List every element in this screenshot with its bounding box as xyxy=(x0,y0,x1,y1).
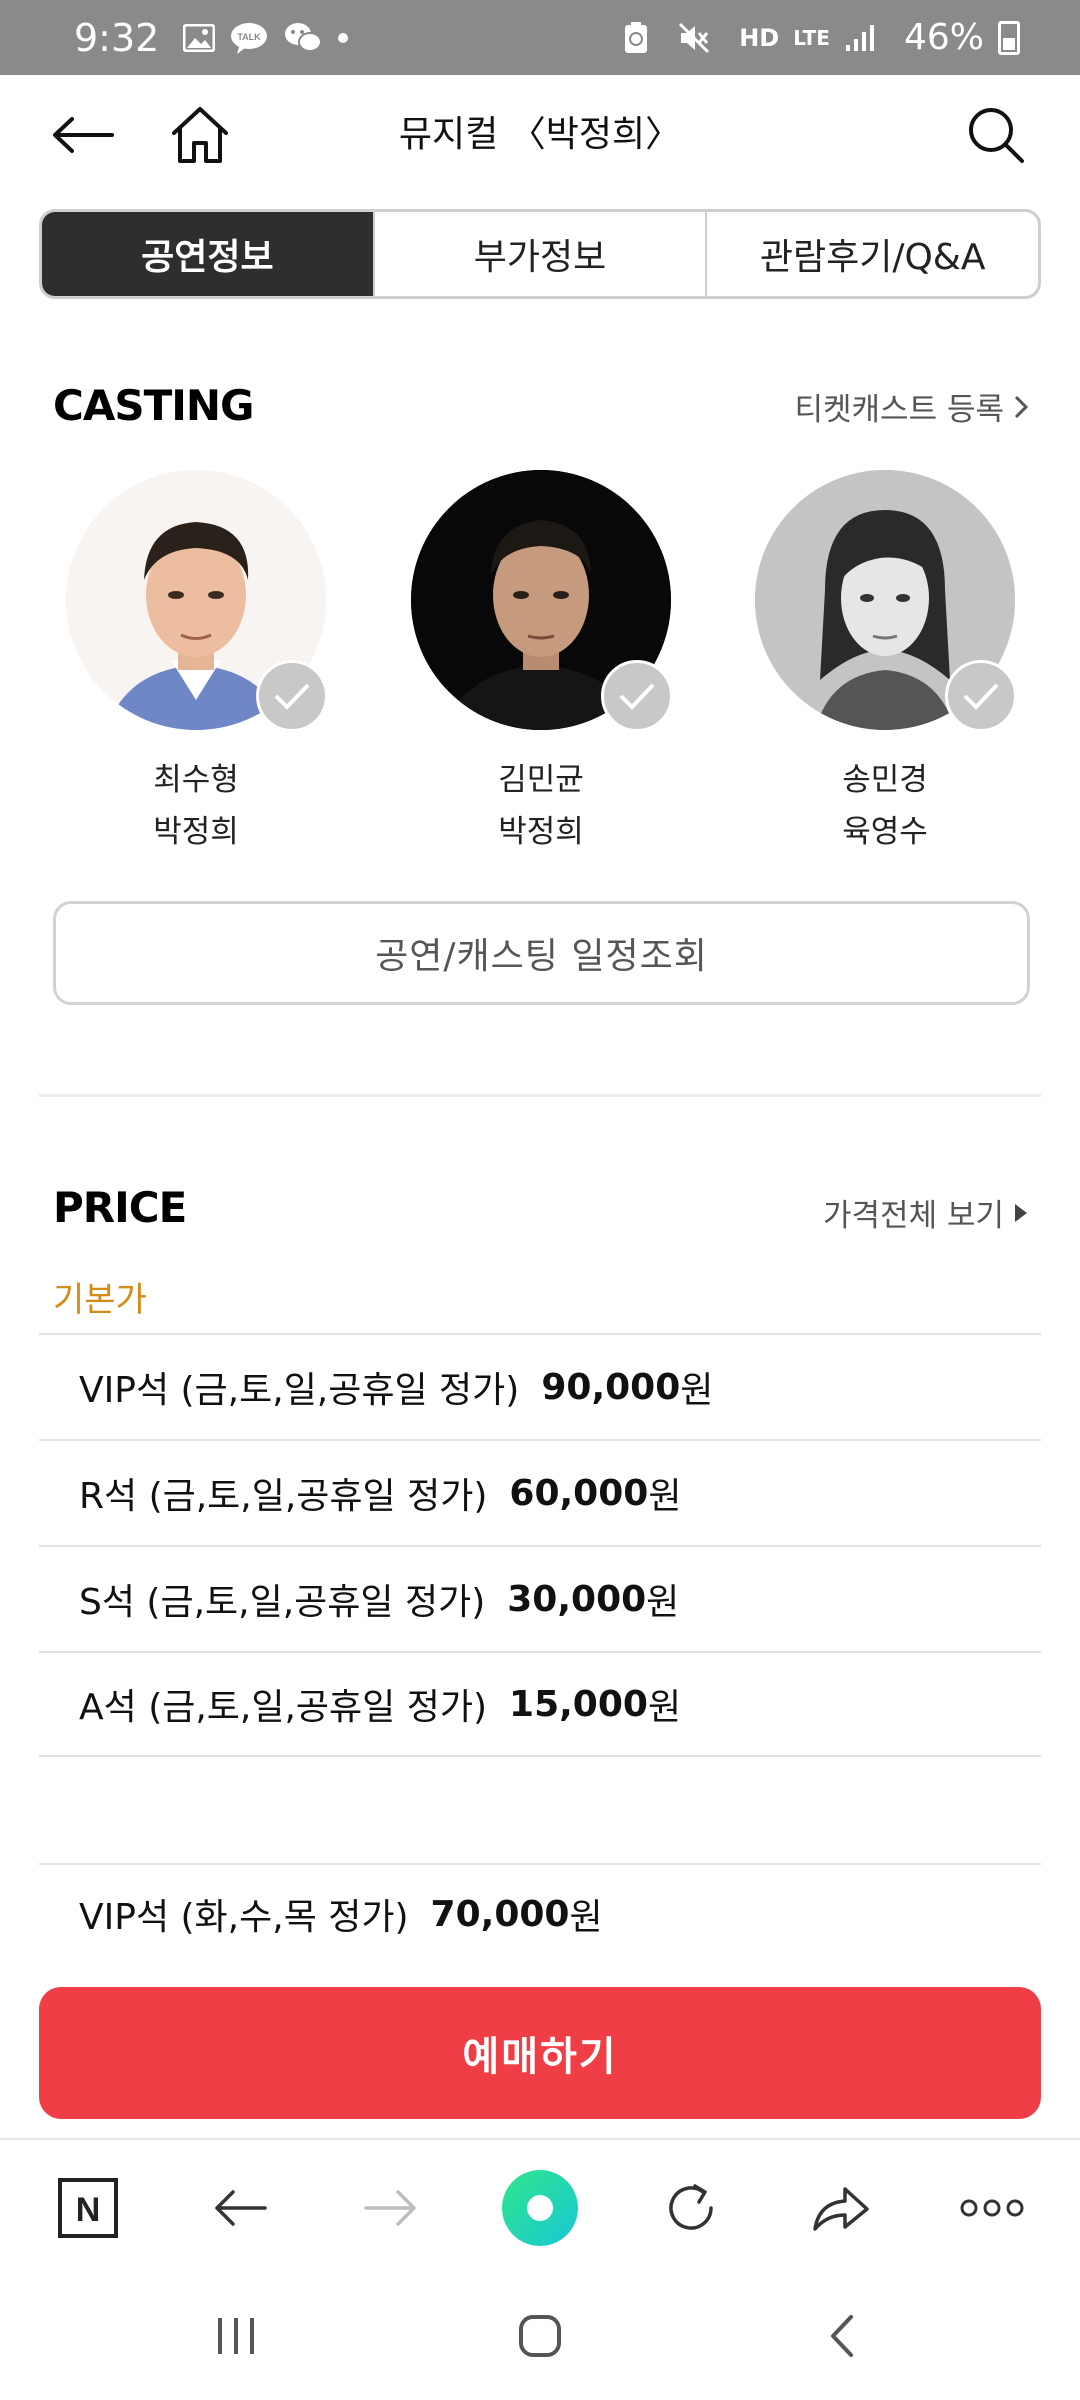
check-icon[interactable] xyxy=(256,660,328,732)
more-icon[interactable] xyxy=(952,2168,1032,2248)
price-amount: 70,000 xyxy=(430,1893,570,1935)
browser-forward-icon[interactable] xyxy=(351,2168,431,2248)
signal-icon xyxy=(844,23,876,53)
back-button-icon[interactable] xyxy=(802,2296,882,2376)
price-unit: 원 xyxy=(647,1687,682,1728)
naver-home-icon[interactable]: N xyxy=(48,2168,128,2248)
home-button-icon[interactable] xyxy=(500,2296,580,2376)
view-all-prices-link[interactable]: 가격전체 보기 xyxy=(823,1190,1028,1235)
system-navigation xyxy=(0,2274,1080,2400)
price-row: S석 (금,토,일,공휴일 정가) 30,000 원 xyxy=(39,1545,1041,1651)
price-subtitle: 기본가 xyxy=(53,1280,147,1320)
casting-title: CASTING xyxy=(53,381,254,430)
check-icon[interactable] xyxy=(601,660,673,732)
price-unit: 원 xyxy=(680,1370,714,1411)
cast-name: 송민경 xyxy=(842,762,928,798)
price-label: S석 (금,토,일,공휴일 정가) xyxy=(79,1582,486,1623)
recent-apps-icon[interactable] xyxy=(196,2296,276,2376)
talk-badge-text: TALK xyxy=(238,32,262,42)
price-label: A석 (금,토,일,공휴일 정가) xyxy=(79,1687,488,1728)
price-label: VIP석 (화,수,목 정가) xyxy=(79,1897,409,1938)
status-right: HD LTE 46% xyxy=(623,17,1020,58)
price-row: VIP석 (화,수,목 정가) 70,000 원 xyxy=(39,1863,1041,1963)
battery-saver-icon xyxy=(623,21,649,55)
chevron-right-icon xyxy=(1014,395,1028,418)
cast-member[interactable]: 송민경 육영수 xyxy=(755,470,1017,858)
price-unit: 원 xyxy=(646,1582,680,1623)
cast-name: 김민균 xyxy=(498,762,584,798)
network-lte: LTE xyxy=(793,25,830,50)
browser-toolbar: N xyxy=(0,2138,1080,2274)
browser-back-icon[interactable] xyxy=(200,2168,280,2248)
price-amount: 30,000 xyxy=(507,1578,647,1620)
status-time: 9:32 xyxy=(74,15,160,60)
view-all-prices-label: 가격전체 보기 xyxy=(823,1198,1004,1234)
avatar xyxy=(411,470,673,732)
green-dot-icon[interactable] xyxy=(500,2168,580,2248)
price-amount: 90,000 xyxy=(541,1366,681,1408)
battery-percent: 46% xyxy=(903,17,984,58)
check-icon[interactable] xyxy=(945,660,1017,732)
wechat-icon xyxy=(283,21,323,55)
price-label: R석 (금,토,일,공휴일 정가) xyxy=(79,1476,488,1517)
page-title: 뮤지컬 〈박정희〉 xyxy=(398,114,682,155)
dot-icon xyxy=(337,32,349,44)
price-unit: 원 xyxy=(648,1476,682,1517)
network-hd: HD xyxy=(739,23,780,52)
book-button[interactable]: 예매하기 xyxy=(39,1987,1041,2119)
tab-additional-info[interactable]: 부가정보 xyxy=(375,212,708,296)
cast-member[interactable]: 김민균 박정희 xyxy=(411,470,673,858)
cast-role: 육영수 xyxy=(842,814,928,850)
price-title: PRICE xyxy=(53,1183,187,1232)
kakaotalk-icon: TALK xyxy=(229,21,269,55)
price-unit: 원 xyxy=(569,1897,603,1938)
search-icon[interactable] xyxy=(956,95,1036,175)
price-row: R석 (금,토,일,공휴일 정가) 60,000 원 xyxy=(39,1439,1041,1545)
tab-bar: 공연정보 부가정보 관람후기/Q&A xyxy=(39,209,1041,299)
triangle-right-icon xyxy=(1015,1203,1027,1222)
ticketcast-register-label: 티켓캐스트 등록 xyxy=(794,392,1005,428)
avatar xyxy=(755,470,1017,732)
avatar xyxy=(66,470,328,732)
battery-icon xyxy=(998,20,1020,55)
refresh-icon[interactable] xyxy=(651,2168,731,2248)
price-row: VIP석 (금,토,일,공휴일 정가) 90,000 원 xyxy=(39,1333,1041,1439)
ticketcast-register-link[interactable]: 티켓캐스트 등록 xyxy=(794,384,1028,429)
naver-letter: N xyxy=(76,2191,101,2229)
section-divider xyxy=(39,1094,1041,1097)
cast-role: 박정희 xyxy=(498,814,584,850)
status-bar: 9:32 TALK HD LTE 46% xyxy=(0,0,1080,75)
share-icon[interactable] xyxy=(801,2168,881,2248)
gallery-icon xyxy=(183,23,216,52)
tab-reviews-qa[interactable]: 관람후기/Q&A xyxy=(707,212,1038,296)
cast-member[interactable]: 최수형 박정희 xyxy=(66,470,328,858)
price-label: VIP석 (금,토,일,공휴일 정가) xyxy=(79,1370,520,1411)
mute-icon xyxy=(677,21,711,55)
cast-role: 박정희 xyxy=(153,814,239,850)
cast-name: 최수형 xyxy=(153,762,239,798)
schedule-lookup-button[interactable]: 공연/캐스팅 일정조회 xyxy=(53,901,1030,1005)
price-amount: 15,000 xyxy=(509,1683,648,1725)
network-type: HD xyxy=(739,26,779,50)
header: 뮤지컬 〈박정희〉 xyxy=(0,75,1080,193)
price-amount: 60,000 xyxy=(509,1472,649,1514)
tab-performance-info[interactable]: 공연정보 xyxy=(42,212,375,296)
price-row: A석 (금,토,일,공휴일 정가) 15,000 원 xyxy=(39,1651,1041,1757)
